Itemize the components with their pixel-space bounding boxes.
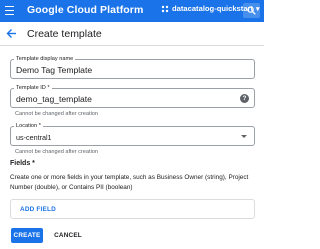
search-button[interactable]: [243, 3, 260, 18]
create-button[interactable]: CREATE: [11, 228, 43, 243]
arrow-back-icon[interactable]: [6, 28, 17, 39]
display-name-field[interactable]: Template display name Demo Tag Template: [10, 55, 255, 79]
search-icon: [247, 6, 256, 15]
menu-icon[interactable]: [5, 6, 14, 16]
template-id-label: Template ID *: [14, 84, 52, 92]
cancel-button[interactable]: CANCEL: [50, 228, 86, 243]
location-select[interactable]: Location * us-central1: [10, 122, 255, 146]
location-label: Location *: [14, 122, 43, 130]
location-value: us-central1: [16, 133, 52, 142]
page-title: Create template: [27, 28, 102, 40]
page-header: Create template: [0, 22, 264, 46]
help-icon[interactable]: ?: [240, 94, 249, 103]
display-name-value: Demo Tag Template: [16, 65, 93, 75]
app-title[interactable]: Google Cloud Platform: [27, 4, 143, 16]
template-id-hint: Cannot be changed after creation: [15, 111, 99, 117]
dropdown-arrow-icon: [241, 135, 247, 138]
location-hint: Cannot be changed after creation: [15, 149, 99, 155]
template-id-field[interactable]: Template ID * demo_tag_template ?: [10, 84, 255, 108]
template-id-value: demo_tag_template: [16, 94, 92, 104]
fields-description: Create one or more fields in your templa…: [10, 174, 249, 191]
top-app-bar: Google Cloud Platform datacatalog-quicks…: [0, 0, 264, 22]
project-name: datacatalog-quickstart: [172, 4, 254, 13]
add-field-area: ADD FIELD: [10, 199, 255, 219]
display-name-label: Template display name: [14, 55, 76, 63]
fields-title: Fields *: [10, 160, 35, 167]
project-icon: [161, 5, 169, 12]
add-field-button[interactable]: ADD FIELD: [20, 206, 56, 213]
